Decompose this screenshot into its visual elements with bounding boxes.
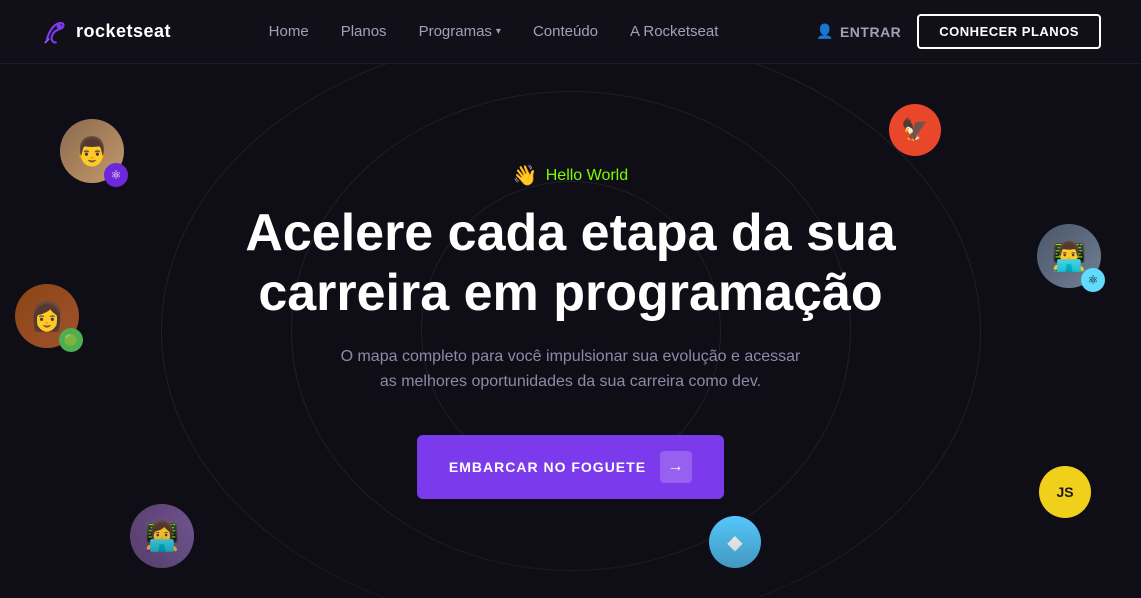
nav-item-home[interactable]: Home — [269, 23, 309, 41]
user-icon: 👤 — [816, 23, 834, 40]
avatar-top-left: 👨 ⚛ — [60, 119, 124, 183]
conhecer-planos-button[interactable]: CONHECER PLANOS — [917, 14, 1101, 49]
avatar-face-4: 👩‍💻 — [130, 504, 194, 568]
avatar-right-mid: 👨‍💻 ⚛ — [1037, 224, 1101, 288]
flutter-icon: ◆ — [709, 516, 761, 568]
avatar-badge-react2: ⚛ — [1081, 268, 1105, 292]
swift-icon: 🦅 — [889, 104, 941, 156]
chevron-down-icon: ▾ — [496, 26, 501, 37]
hero-title: Acelere cada etapa da sua carreira em pr… — [245, 204, 895, 324]
logo-text: rocketseat — [76, 21, 171, 42]
hero-section: 👨 ⚛ 👨‍💻 ⚛ 👩 🟢 👩‍💻 🦅 JS ◆ 👋 — [0, 64, 1141, 598]
logo-icon — [40, 18, 68, 46]
nav-links: Home Planos Programas ▾ Conteúdo A Rocke… — [269, 23, 719, 41]
navbar: rocketseat Home Planos Programas ▾ Conte… — [0, 0, 1141, 64]
nav-item-programas[interactable]: Programas ▾ — [419, 23, 501, 40]
avatar-left-mid: 👩 🟢 — [15, 284, 79, 348]
avatar-badge-node: 🟢 — [59, 328, 83, 352]
cta-label: EMBARCAR NO FOGUETE — [449, 459, 646, 475]
nav-right: 👤 ENTRAR CONHECER PLANOS — [816, 14, 1101, 49]
nav-item-planos[interactable]: Planos — [341, 23, 387, 41]
hero-content: 👋 Hello World Acelere cada etapa da sua … — [245, 163, 895, 499]
nav-item-conteudo[interactable]: Conteúdo — [533, 23, 598, 41]
nav-item-a-rocketseat[interactable]: A Rocketseat — [630, 23, 718, 41]
hello-text: Hello World — [546, 167, 628, 185]
avatar-bottom-left: 👩‍💻 — [130, 504, 194, 568]
js-icon: JS — [1039, 466, 1091, 518]
hello-line: 👋 Hello World — [245, 163, 895, 188]
avatar-badge-react: ⚛ — [104, 163, 128, 187]
cta-button[interactable]: EMBARCAR NO FOGUETE → — [417, 435, 724, 499]
hero-subtitle: O mapa completo para você impulsionar su… — [340, 344, 800, 395]
entrar-button[interactable]: 👤 ENTRAR — [816, 23, 901, 40]
logo[interactable]: rocketseat — [40, 18, 171, 46]
wave-emoji: 👋 — [513, 163, 538, 188]
arrow-icon: → — [660, 451, 692, 483]
